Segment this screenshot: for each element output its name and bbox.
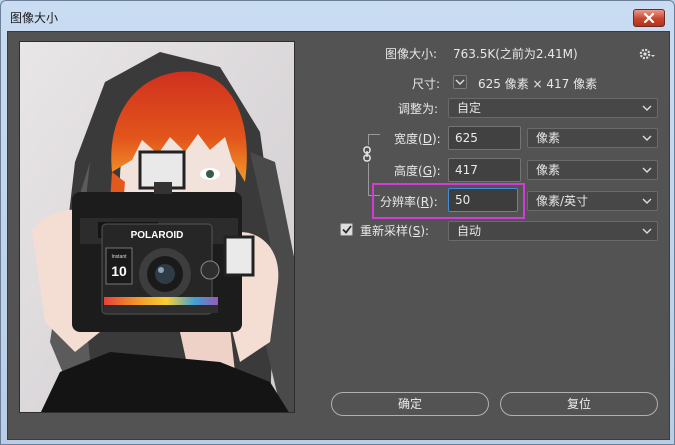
resolution-unit-dropdown[interactable]: 像素/英寸	[527, 191, 658, 211]
dimensions-label: 尺寸:	[412, 77, 441, 91]
resample-value: 自动	[457, 224, 482, 238]
resolution-value: 50	[455, 193, 471, 207]
ok-button[interactable]: 确定	[331, 392, 489, 416]
dimensions-unit-toggle[interactable]	[453, 75, 467, 89]
title-bar[interactable]: 图像大小	[1, 1, 674, 31]
camera-brand-text: POLAROID	[131, 230, 184, 241]
height-label: 高度(G):	[394, 164, 441, 178]
chevron-down-icon	[642, 105, 652, 111]
resolution-unit-value: 像素/英寸	[536, 194, 589, 208]
image-size-label: 图像大小:	[385, 47, 438, 61]
constrain-proportions-button[interactable]	[360, 145, 374, 163]
resolution-label: 分辨率(R):	[380, 195, 438, 209]
dialog-body: POLAROID Instant 10 图像大小: 763.5K(之前为2.41…	[7, 31, 670, 440]
settings-menu[interactable]	[638, 47, 656, 64]
dimensions-value: 625 像素 × 417 像素	[478, 77, 598, 91]
height-unit-value: 像素	[536, 163, 561, 177]
height-input[interactable]: 417	[448, 158, 521, 182]
dialog-window: 图像大小 POLAROID Instant 10 图像大小: 763.5K(之前…	[0, 0, 675, 445]
width-label: 宽度(D):	[394, 132, 441, 146]
gear-icon	[639, 48, 655, 60]
image-size-value: 763.5K(之前为2.41M)	[453, 47, 578, 61]
checkmark-icon	[341, 225, 352, 234]
chevron-down-icon	[642, 167, 652, 173]
height-unit-dropdown[interactable]: 像素	[527, 160, 658, 180]
reset-button[interactable]: 复位	[500, 392, 658, 416]
chevron-down-icon	[642, 135, 652, 141]
close-icon	[643, 13, 655, 23]
fit-to-label: 调整为:	[398, 102, 439, 116]
resolution-input[interactable]: 50	[448, 188, 518, 212]
chevron-down-icon	[642, 228, 652, 234]
chevron-down-icon	[455, 79, 465, 85]
width-value: 625	[455, 131, 478, 145]
height-value: 417	[455, 163, 478, 177]
camera-model-text: Instant	[111, 254, 127, 260]
resample-label: 重新采样(S):	[360, 224, 430, 238]
chevron-down-icon	[642, 198, 652, 204]
width-unit-value: 像素	[536, 131, 561, 145]
close-button[interactable]	[633, 9, 665, 27]
resample-checkbox[interactable]	[340, 223, 353, 236]
width-unit-dropdown[interactable]: 像素	[527, 128, 658, 148]
fit-to-dropdown[interactable]: 自定	[448, 98, 658, 118]
resample-dropdown[interactable]: 自动	[448, 221, 658, 241]
image-preview: POLAROID Instant 10	[19, 41, 295, 413]
link-icon	[363, 146, 371, 162]
camera-number-text: 10	[111, 263, 127, 279]
window-title: 图像大小	[10, 11, 59, 25]
preview-illustration: POLAROID Instant 10	[20, 42, 294, 412]
fit-to-value: 自定	[457, 101, 482, 115]
width-input[interactable]: 625	[448, 126, 521, 150]
